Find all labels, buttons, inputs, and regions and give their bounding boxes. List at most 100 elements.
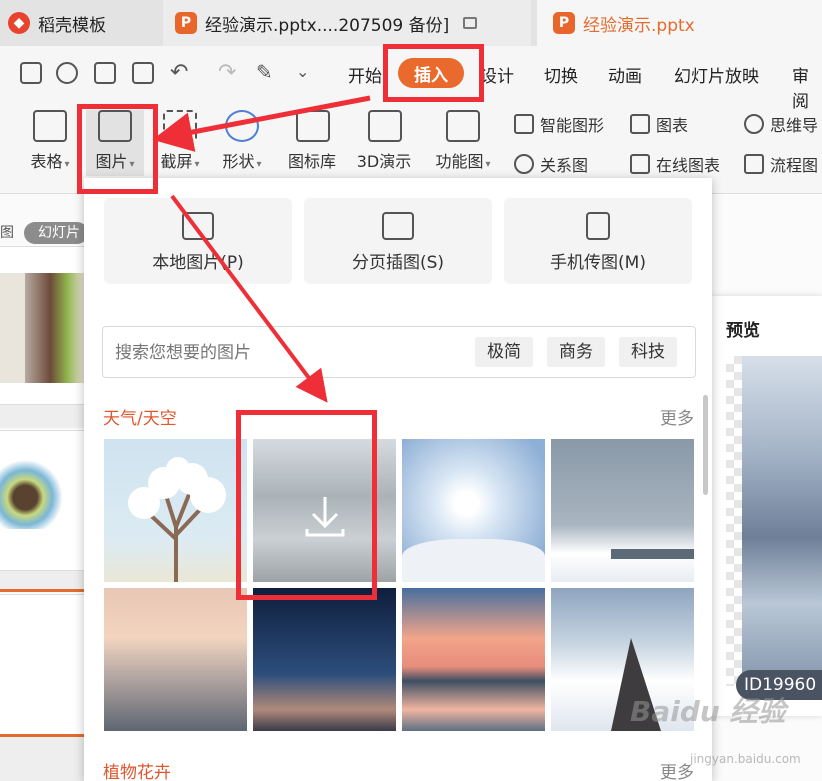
source-label: 手机传图(M) xyxy=(550,253,646,273)
chart-tool[interactable]: 图表 xyxy=(630,112,688,136)
tool-label: 图表 xyxy=(656,116,689,135)
picture-thumbnail[interactable] xyxy=(551,439,694,582)
more-link-plants-flowers[interactable]: 更多 xyxy=(660,758,694,781)
flowchart-icon xyxy=(744,154,764,174)
picture-thumbnail[interactable] xyxy=(402,439,545,582)
slide-separator xyxy=(0,570,84,592)
tool-label: 功能图 xyxy=(435,152,490,171)
baidu-watermark-url: jingyan.baidu.com xyxy=(690,752,801,766)
save-icon[interactable] xyxy=(20,62,42,84)
daoke-logo-icon: ◆ xyxy=(8,12,30,34)
menu-design[interactable]: 设计 xyxy=(480,62,514,87)
section-title-weather-sky: 天气/天空 xyxy=(103,409,177,429)
document-tab-bar: ◆ 稻壳模板 P 经验演示.pptx....207509 备份] P 经验演示.… xyxy=(0,0,822,46)
outline-tab[interactable]: 图 xyxy=(0,222,14,242)
local-picture-icon xyxy=(182,212,214,240)
menu-slideshow[interactable]: 幻灯片放映 xyxy=(674,62,759,87)
picture-thumbnail[interactable] xyxy=(402,588,545,731)
print-preview-icon[interactable] xyxy=(132,62,154,84)
more-link-weather-sky[interactable]: 更多 xyxy=(660,404,694,429)
source-label: 本地图片(P) xyxy=(152,253,244,273)
slide-thumbnail-image xyxy=(0,459,72,529)
picture-thumbnail[interactable] xyxy=(104,439,247,582)
online-chart-icon xyxy=(630,154,650,174)
smartart-tool[interactable]: 智能图形 xyxy=(514,112,604,136)
picture-search-box xyxy=(102,326,696,378)
table-icon xyxy=(33,110,67,142)
snow-tree-illustration xyxy=(128,457,226,582)
icon-library-icon xyxy=(296,110,330,142)
tab-daoke-templates[interactable]: ◆ 稻壳模板 xyxy=(0,0,160,46)
mindmap-icon xyxy=(744,114,764,134)
flowchart-tool[interactable]: 流程图 xyxy=(744,152,818,176)
shape-tool[interactable]: 形状 xyxy=(214,110,270,172)
screenshot-icon xyxy=(163,110,197,142)
annotation-box-insert xyxy=(383,44,484,102)
tag-business[interactable]: 商务 xyxy=(547,337,605,367)
baidu-watermark: Baidu 经验 xyxy=(630,695,786,728)
screen-icon xyxy=(463,17,478,29)
picture-thumbnail[interactable] xyxy=(104,588,247,731)
icon-library-tool[interactable]: 图标库 xyxy=(282,110,344,172)
slide-separator xyxy=(0,734,84,781)
slide-thumbnail-image xyxy=(0,273,84,383)
tool-label: 图标库 xyxy=(287,152,336,171)
more-quick-access-icon[interactable]: ⌄ xyxy=(296,62,309,81)
demo-3d-tool[interactable]: 3D演示 xyxy=(352,110,418,172)
print-icon[interactable] xyxy=(94,62,116,84)
menu-review[interactable]: 审阅 xyxy=(792,62,822,112)
page-insert-button[interactable]: 分页插图(S) xyxy=(304,198,492,284)
tag-minimal[interactable]: 极简 xyxy=(475,337,533,367)
tool-label: 3D演示 xyxy=(356,152,412,171)
popup-scrollbar[interactable] xyxy=(703,395,708,495)
slide-thumbnail[interactable] xyxy=(0,430,84,570)
undo-icon[interactable]: ↶ xyxy=(170,60,188,85)
tab-active-presentation[interactable]: P 经验演示.pptx xyxy=(537,0,822,46)
picture-search-input[interactable] xyxy=(115,339,455,367)
phone-picture-icon xyxy=(586,212,610,240)
tab-backup-presentation[interactable]: P 经验演示.pptx....207509 备份] xyxy=(163,0,531,46)
phone-upload-button[interactable]: 手机传图(M) xyxy=(504,198,692,284)
tab-label: 经验演示.pptx xyxy=(583,15,695,36)
local-picture-button[interactable]: 本地图片(P) xyxy=(104,198,292,284)
demo-3d-icon xyxy=(368,110,402,142)
export-icon[interactable] xyxy=(56,62,78,84)
section-title-plants-flowers: 植物花卉 xyxy=(103,763,171,781)
function-chart-icon xyxy=(446,110,480,142)
screenshot-tool[interactable]: 截屏 xyxy=(154,110,206,172)
redo-icon[interactable]: ↷ xyxy=(218,60,236,85)
picture-thumbnail[interactable] xyxy=(253,588,396,731)
preview-image xyxy=(726,356,822,686)
slide-thumbnail[interactable] xyxy=(0,246,84,404)
preview-title: 预览 xyxy=(726,321,760,341)
tool-label: 智能图形 xyxy=(540,116,605,135)
tag-technology[interactable]: 科技 xyxy=(619,337,677,367)
cloud-shape xyxy=(402,539,545,582)
function-chart-tool[interactable]: 功能图 xyxy=(430,110,496,172)
menu-start[interactable]: 开始 xyxy=(348,62,382,87)
water-edge xyxy=(611,549,694,559)
mindmap-tool[interactable]: 思维导 xyxy=(744,112,818,136)
tool-label: 流程图 xyxy=(770,156,819,175)
relation-tool[interactable]: 关系图 xyxy=(514,152,588,176)
table-tool[interactable]: 表格 xyxy=(24,110,76,172)
annotation-box-picture-choice xyxy=(236,410,377,600)
ppt-logo-icon: P xyxy=(175,12,197,34)
page-insert-icon xyxy=(382,212,414,240)
slides-tab[interactable]: 幻灯片 xyxy=(24,222,88,244)
tool-label: 思维导 xyxy=(770,116,819,135)
tool-label: 形状 xyxy=(222,152,261,171)
online-chart-tool[interactable]: 在线图表 xyxy=(630,152,720,176)
tab-label: 经验演示.pptx....207509 备份] xyxy=(205,15,450,36)
tab-label: 稻壳模板 xyxy=(38,15,106,36)
format-painter-icon[interactable]: ✎ xyxy=(256,60,273,84)
tool-label: 表格 xyxy=(30,152,69,171)
menu-transition[interactable]: 切换 xyxy=(544,62,578,87)
bar-chart-icon xyxy=(630,114,650,134)
tool-label: 在线图表 xyxy=(656,156,721,175)
shape-icon xyxy=(225,110,259,142)
relation-icon xyxy=(514,154,534,174)
slide-thumbnail[interactable] xyxy=(0,594,84,734)
menu-animation[interactable]: 动画 xyxy=(608,62,642,87)
tool-label: 截屏 xyxy=(160,152,199,171)
